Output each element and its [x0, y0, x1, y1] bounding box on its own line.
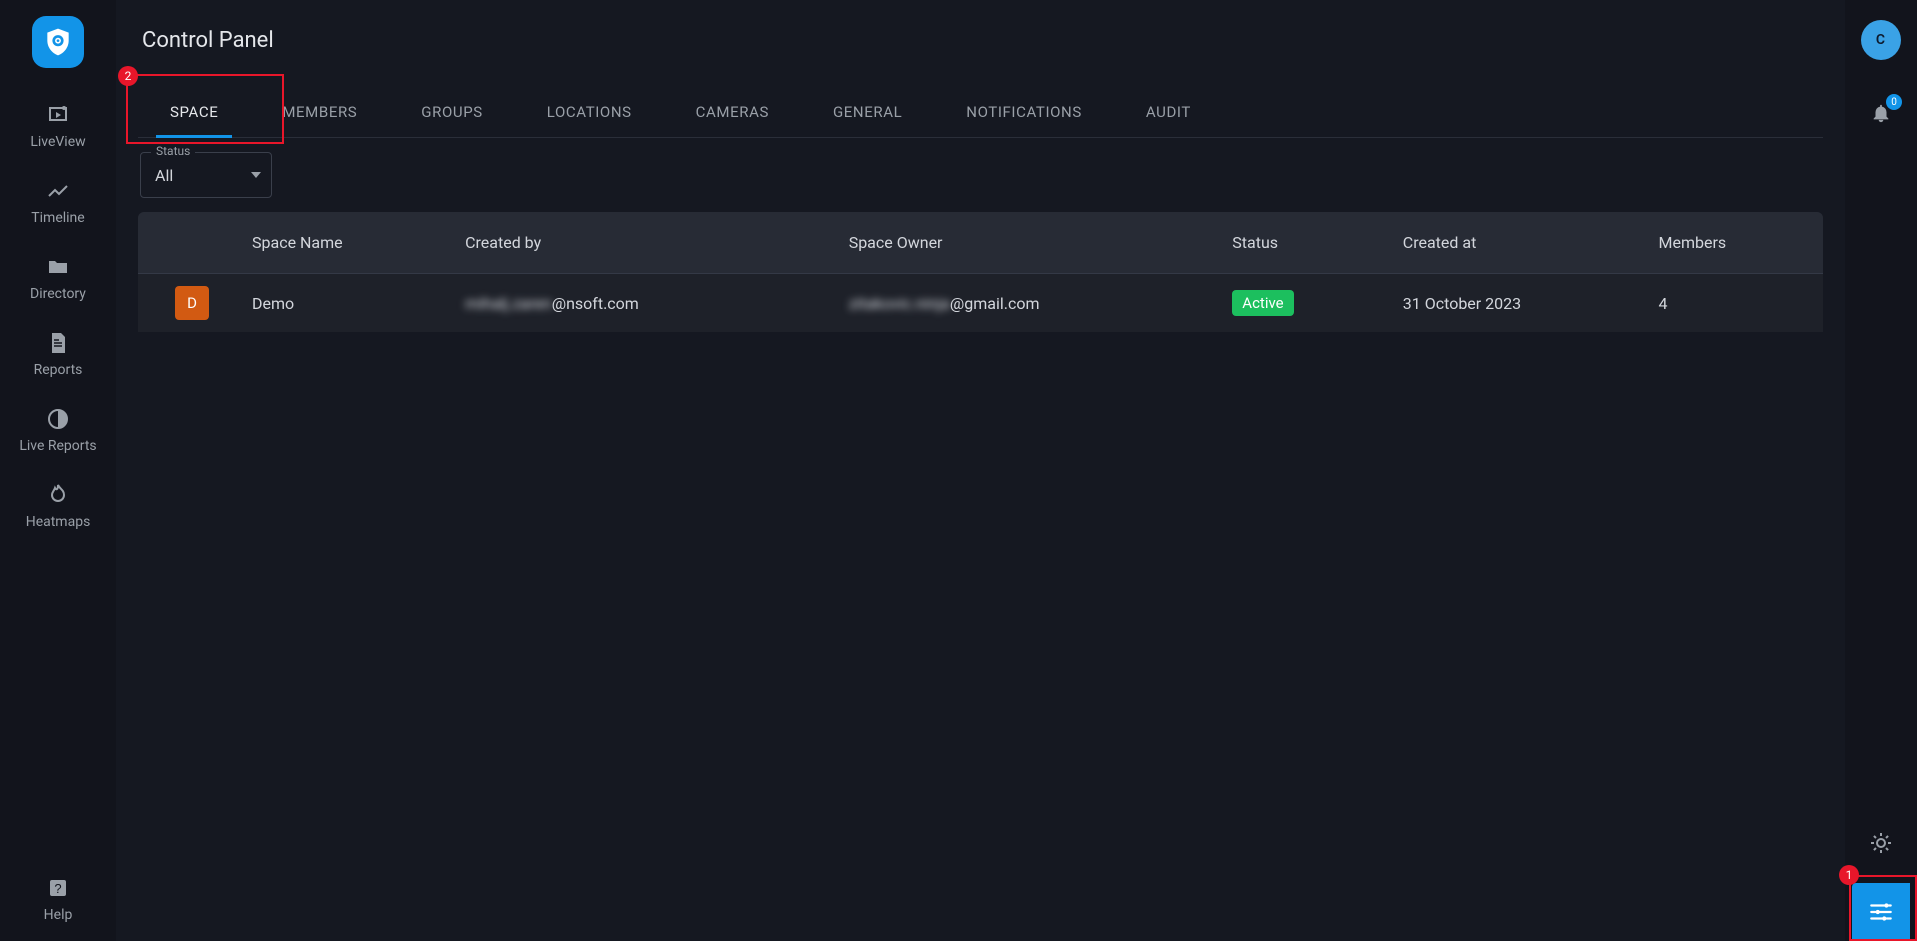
nav-label: LiveView [30, 134, 85, 150]
owner-redacted: zitakovic.ninja [849, 294, 950, 313]
tabs: SPACE MEMBERS GROUPS LOCATIONS CAMERAS G… [138, 89, 1823, 138]
nav-label: Directory [30, 286, 86, 302]
space-avatar: D [175, 286, 209, 320]
tune-icon [1868, 899, 1894, 925]
created-by-domain: @nsoft.com [552, 294, 639, 313]
nav-label: Heatmaps [26, 514, 91, 530]
col-created-at: Created at [1397, 233, 1653, 252]
sun-icon [1869, 831, 1893, 855]
chevron-down-icon [251, 172, 261, 178]
live-reports-icon [45, 406, 71, 432]
tab-notifications[interactable]: NOTIFICATIONS [934, 89, 1114, 137]
nav-heatmaps[interactable]: Heatmaps [0, 482, 116, 530]
status-badge: Active [1232, 290, 1293, 316]
cell-members: 4 [1653, 294, 1823, 313]
tab-locations[interactable]: LOCATIONS [515, 89, 664, 137]
cell-space-name: Demo [246, 294, 459, 313]
rightbar: C 0 [1845, 0, 1917, 941]
user-avatar[interactable]: C [1861, 20, 1901, 60]
status-filter-selected: All [155, 166, 173, 185]
sidebar: LiveView Timeline Directory Reports [0, 0, 116, 941]
tab-audit[interactable]: AUDIT [1114, 89, 1223, 137]
nav-liveview[interactable]: LiveView [0, 102, 116, 150]
tab-groups[interactable]: GROUPS [389, 89, 514, 137]
svg-text:?: ? [54, 881, 61, 896]
main: Control Panel SPACE MEMBERS GROUPS LOCAT… [116, 0, 1845, 941]
owner-domain: @gmail.com [950, 294, 1040, 313]
theme-toggle[interactable] [1869, 831, 1893, 859]
col-status: Status [1226, 233, 1396, 252]
annotation-tag-2: 2 [118, 66, 138, 86]
table-row[interactable]: D Demo mihalj.zaren@nsoft.com zitakovic.… [138, 274, 1823, 332]
status-filter[interactable]: Status All [140, 152, 272, 198]
nav-label: Timeline [31, 210, 84, 226]
tab-general[interactable]: GENERAL [801, 89, 934, 137]
cell-status: Active [1226, 290, 1396, 316]
col-members: Members [1653, 233, 1823, 252]
timeline-icon [45, 178, 71, 204]
nav-help[interactable]: ? Help [0, 875, 116, 923]
shield-eye-icon [42, 26, 74, 58]
notification-badge: 0 [1886, 94, 1902, 110]
col-space-name: Space Name [246, 233, 459, 252]
tab-cameras[interactable]: CAMERAS [664, 89, 801, 137]
tab-space[interactable]: SPACE [138, 89, 250, 137]
nav: LiveView Timeline Directory Reports [0, 102, 116, 530]
nav-timeline[interactable]: Timeline [0, 178, 116, 226]
col-space-owner: Space Owner [843, 233, 1227, 252]
file-icon [45, 330, 71, 356]
app-logo[interactable] [32, 16, 84, 68]
nav-live-reports[interactable]: Live Reports [0, 406, 116, 454]
spaces-table: Space Name Created by Space Owner Status… [138, 212, 1823, 332]
status-filter-value[interactable]: All [141, 153, 271, 197]
table-header: Space Name Created by Space Owner Status… [138, 212, 1823, 274]
tab-members[interactable]: MEMBERS [250, 89, 389, 137]
nav-reports[interactable]: Reports [0, 330, 116, 378]
settings-button[interactable] [1852, 883, 1910, 941]
notifications-button[interactable]: 0 [1870, 102, 1892, 128]
nav-directory[interactable]: Directory [0, 254, 116, 302]
nav-label: Help [44, 907, 73, 923]
cell-space-owner: zitakovic.ninja@gmail.com [843, 294, 1227, 313]
folder-icon [45, 254, 71, 280]
cell-created-at: 31 October 2023 [1397, 294, 1653, 313]
page-title: Control Panel [142, 28, 1823, 53]
liveview-icon [45, 102, 71, 128]
filter-row: Status All [140, 152, 1823, 198]
heatmaps-icon [45, 482, 71, 508]
cell-created-by: mihalj.zaren@nsoft.com [459, 294, 843, 313]
help-icon: ? [45, 875, 71, 901]
nav-label: Reports [34, 362, 83, 378]
status-filter-label: Status [151, 144, 195, 158]
col-created-by: Created by [459, 233, 843, 252]
created-by-redacted: mihalj.zaren [465, 294, 552, 313]
nav-label: Live Reports [19, 438, 96, 454]
